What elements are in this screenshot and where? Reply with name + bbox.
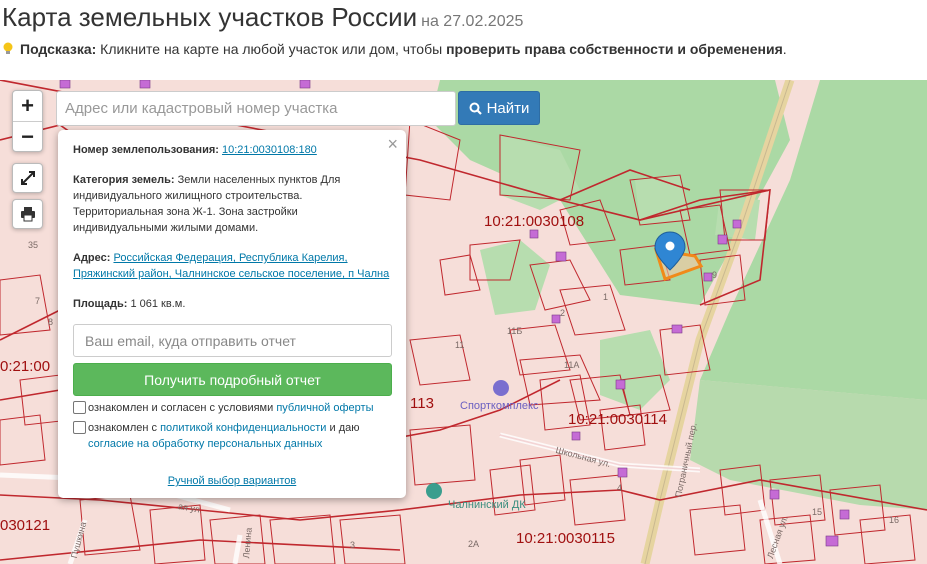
printer-icon — [20, 207, 35, 222]
public-offer-link[interactable]: публичной оферты — [276, 402, 373, 414]
parcel-number-row: Номер землепользования: 10:21:0030108:18… — [73, 142, 391, 158]
consent-offer-row: ознакомлен и согласен с условиями публич… — [73, 400, 391, 416]
hint-text: Кликните на карте на любой участок или д… — [96, 41, 447, 57]
parcel-number-link[interactable]: 10:21:0030108:180 — [222, 144, 317, 156]
email-field[interactable] — [73, 324, 392, 357]
print-button[interactable] — [12, 199, 43, 229]
hint-end: . — [782, 41, 787, 57]
house-number-11b: 11Б — [507, 326, 523, 336]
house-number-2: 2 — [560, 308, 566, 318]
consent-offer-text: ознакомлен и согласен с условиями публич… — [88, 400, 374, 416]
privacy-policy-link[interactable]: политикой конфиденциальности — [160, 422, 326, 434]
poi-dk-label: Чалнинский ДК — [448, 499, 526, 511]
area-row: Площадь: 1 061 кв.м. — [73, 296, 391, 312]
house-number-4: 4 — [617, 483, 623, 493]
zoom-control: + − — [12, 90, 43, 152]
hint-label: Подсказка: — [20, 41, 97, 57]
area-value: 1 061 кв.м. — [127, 298, 186, 310]
consent-privacy-mid: и даю — [326, 422, 360, 434]
land-category-row: Категория земель: Земли населенных пункт… — [73, 172, 391, 236]
house-number-7: 7 — [35, 296, 41, 306]
consent-offer-label: ознакомлен и согласен с условиями — [88, 402, 277, 414]
address-link[interactable]: Российская Федерация, Республика Карелия… — [73, 252, 389, 280]
search-input[interactable] — [56, 91, 456, 126]
close-icon[interactable]: × — [387, 135, 398, 153]
personal-data-consent-link[interactable]: согласие на обработку персональных данны… — [88, 438, 322, 450]
house-number-11a: 11А — [564, 360, 580, 370]
consent-privacy-text: ознакомлен с политикой конфиденциальност… — [88, 420, 359, 452]
lightbulb-icon — [3, 42, 13, 54]
search-button-label: Найти — [486, 99, 530, 117]
house-number-35: 35 — [28, 240, 39, 250]
search-button[interactable]: Найти — [458, 91, 540, 125]
cadastral-label-114: 10:21:0030114 — [568, 411, 667, 428]
cadastral-label-108: 10:21:0030108 — [484, 213, 585, 230]
parcel-popup: × Номер землепользования: 10:21:0030108:… — [58, 130, 406, 498]
zoom-out-button[interactable]: − — [13, 121, 42, 151]
house-number-2a: 2А — [468, 539, 480, 549]
consent-privacy-checkbox[interactable] — [73, 421, 86, 434]
consent-offer-checkbox[interactable] — [73, 401, 86, 414]
address-row: Адрес: Российская Федерация, Республика … — [73, 250, 391, 282]
poi-sport-label: Спорткомплекс — [460, 400, 539, 412]
house-number-9: 9 — [712, 270, 718, 280]
consent-privacy-row: ознакомлен с политикой конфиденциальност… — [73, 420, 391, 452]
land-category-label: Категория земель: — [73, 174, 175, 186]
get-report-button[interactable]: Получить подробный отчет — [73, 363, 392, 396]
house-number-1: 1 — [603, 292, 609, 302]
hint-bar: Подсказка: Кликните на карте на любой уч… — [2, 41, 787, 57]
hint-bold: проверить права собственности и обремене… — [446, 41, 783, 57]
consent-privacy-label: ознакомлен с — [88, 422, 161, 434]
parcel-number-label: Номер землепользования: — [73, 144, 219, 156]
manual-selection-link[interactable]: Ручной выбор вариантов — [168, 475, 296, 487]
address-label: Адрес: — [73, 252, 111, 264]
manual-selection: Ручной выбор вариантов — [58, 475, 406, 487]
area-label: Площадь: — [73, 298, 128, 310]
cadastral-label-121: 030121 — [0, 517, 51, 534]
cadastral-label-113: 113 — [410, 395, 434, 412]
house-number-11: 11 — [455, 340, 465, 350]
fullscreen-icon — [20, 171, 35, 185]
fullscreen-button[interactable] — [12, 163, 43, 193]
title-date: на 27.02.2025 — [421, 13, 524, 30]
title-text: Карта земельных участков России — [2, 2, 418, 32]
house-number-3: 3 — [350, 540, 356, 550]
page-title: Карта земельных участков России на 27.02.… — [2, 2, 523, 33]
cadastral-label-115: 10:21:0030115 — [516, 530, 615, 547]
house-number-16: 16 — [889, 515, 900, 525]
zoom-in-button[interactable]: + — [13, 91, 42, 121]
house-number-8: 8 — [48, 317, 54, 327]
house-number-15: 15 — [812, 507, 823, 517]
search-icon — [469, 102, 482, 115]
cadastral-label-left: 0:21:00 — [0, 358, 51, 375]
